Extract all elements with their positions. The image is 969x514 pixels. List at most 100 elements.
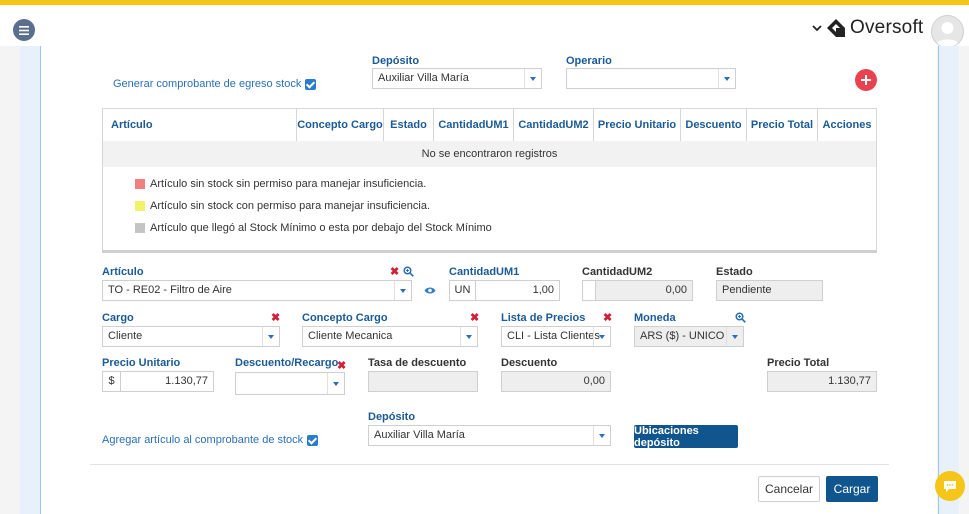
column-header[interactable]: Acciones	[818, 109, 876, 141]
cantidad-um2-label: CantidadUM2	[582, 266, 653, 278]
chat-button[interactable]	[935, 471, 965, 501]
user-icon	[935, 22, 960, 47]
legend-item: Artículo sin stock con permiso para mane…	[135, 200, 430, 212]
descuento-input: 0,00	[501, 371, 611, 392]
estado-label: Estado	[716, 266, 753, 278]
legend-text: Artículo que llegó al Stock Mínimo o est…	[150, 222, 492, 234]
precio-unitario-input[interactable]: 1.130,77	[120, 371, 214, 392]
legend-text: Artículo sin stock con permiso para mane…	[150, 200, 431, 212]
lista-precios-label: Lista de Precios	[501, 312, 586, 324]
column-header[interactable]: Estado	[384, 109, 434, 141]
user-avatar[interactable]	[931, 15, 964, 48]
ubicaciones-deposito-button[interactable]: Ubicaciones depósito	[634, 425, 738, 449]
operario-select[interactable]	[566, 68, 736, 89]
items-table: Artículo Concepto Cargo Estado CantidadU…	[102, 108, 877, 252]
precio-total-label: Precio Total	[767, 357, 830, 369]
concepto-cargo-value: Cliente Mecanica	[308, 330, 393, 342]
clear-concepto-icon[interactable]: ✖	[470, 313, 479, 324]
caret-down-icon	[394, 281, 411, 300]
cantidad-um1-input[interactable]: 1,00	[475, 280, 560, 301]
column-header[interactable]: Artículo	[103, 109, 297, 141]
deposito-value: Auxiliar Villa María	[378, 72, 469, 84]
brand-logo-icon	[827, 19, 845, 37]
column-header[interactable]: Precio Total	[747, 109, 818, 141]
table-scroll-bar[interactable]	[102, 250, 877, 253]
caret-down-icon	[593, 426, 610, 445]
precio-total-input: 1.130,77	[767, 371, 877, 392]
add-to-stock-label: Agregar artículo al comprobante de stock	[102, 434, 304, 446]
tasa-descuento-input	[368, 371, 478, 392]
concepto-cargo-label: Concepto Cargo	[302, 312, 388, 324]
caret-down-icon	[262, 327, 279, 346]
submit-button[interactable]: Cargar	[826, 476, 878, 502]
add-item-button[interactable]	[855, 69, 877, 91]
clear-descuento-recargo-icon[interactable]: ✖	[337, 361, 346, 372]
cargo-select[interactable]: Cliente	[102, 326, 280, 347]
hamburger-icon	[19, 25, 29, 35]
operario-label: Operario	[566, 55, 612, 67]
legend-text: Artículo sin stock sin permiso para mane…	[150, 178, 427, 190]
estado-input: Pendiente	[716, 280, 823, 301]
precio-currency: $	[102, 371, 121, 392]
precio-unitario-label: Precio Unitario	[102, 357, 181, 369]
chat-bubble-icon	[944, 480, 956, 492]
cancel-button[interactable]: Cancelar	[758, 476, 820, 502]
legend-swatch-gray	[135, 223, 145, 233]
concepto-cargo-select[interactable]: Cliente Mecanica	[302, 326, 478, 347]
moneda-label: Moneda	[634, 312, 676, 324]
column-header[interactable]: CantidadUM2	[514, 109, 594, 141]
cargo-label: Cargo	[102, 312, 134, 324]
empty-message: No se encontraron registros	[103, 141, 876, 167]
legend-item: Artículo que llegó al Stock Mínimo o est…	[135, 222, 492, 234]
checkbox-checked-icon[interactable]	[307, 434, 319, 446]
cantidad-um2-input: 0,00	[595, 280, 693, 301]
lista-precios-select[interactable]: CLI - Lista Clientes	[501, 326, 611, 347]
deposito2-select[interactable]: Auxiliar Villa María	[368, 425, 611, 446]
chevron-down-icon	[812, 25, 822, 32]
column-header[interactable]: Concepto Cargo	[297, 109, 384, 141]
caret-down-icon	[593, 327, 610, 346]
add-to-stock-voucher-toggle[interactable]: Agregar artículo al comprobante de stock	[102, 434, 319, 446]
deposito-label: Depósito	[372, 55, 420, 67]
right-margin-panel	[938, 46, 959, 514]
search-articulo-icon[interactable]	[403, 266, 414, 277]
column-header[interactable]: CantidadUM1	[434, 109, 514, 141]
lista-precios-value: CLI - Lista Clientes	[507, 330, 600, 342]
legend-swatch-yellow	[135, 201, 145, 211]
deposito2-label: Depósito	[368, 411, 416, 423]
column-header[interactable]: Descuento	[681, 109, 747, 141]
generate-egress-voucher-toggle[interactable]: Generar comprobante de egreso stock	[113, 78, 317, 90]
menu-button[interactable]	[13, 19, 35, 41]
articulo-select[interactable]: TO - RE02 - Filtro de Aire	[102, 280, 412, 301]
brand-name: Oversoft	[850, 17, 924, 38]
search-moneda-icon[interactable]	[735, 312, 746, 323]
left-margin-panel	[20, 46, 41, 514]
tasa-descuento-label: Tasa de descuento	[368, 357, 467, 369]
cantidad-um1-unit: UN	[449, 280, 476, 301]
articulo-value: TO - RE02 - Filtro de Aire	[108, 284, 232, 296]
cantidad-um2-unit	[582, 280, 596, 301]
table-header: Artículo Concepto Cargo Estado CantidadU…	[103, 109, 876, 142]
clear-cargo-icon[interactable]: ✖	[271, 313, 280, 324]
plus-icon	[861, 75, 871, 85]
legend-item: Artículo sin stock sin permiso para mane…	[135, 178, 426, 190]
caret-down-icon	[718, 69, 735, 88]
eye-icon[interactable]	[424, 286, 436, 295]
clear-lista-icon[interactable]: ✖	[603, 313, 612, 324]
brand[interactable]: Oversoft	[812, 15, 923, 41]
caret-down-icon	[726, 327, 743, 346]
footer-divider	[90, 464, 889, 465]
descuento-recargo-select[interactable]	[235, 372, 345, 395]
caret-down-icon	[460, 327, 477, 346]
cargo-value: Cliente	[108, 330, 143, 342]
legend-swatch-red	[135, 179, 145, 189]
column-header[interactable]: Precio Unitario	[594, 109, 681, 141]
cantidad-um1-label: CantidadUM1	[449, 266, 520, 278]
clear-articulo-icon[interactable]: ✖	[390, 267, 399, 278]
deposito-select[interactable]: Auxiliar Villa María	[372, 68, 542, 89]
app-header: Oversoft	[0, 5, 969, 48]
articulo-label: Artículo	[102, 266, 144, 278]
moneda-select[interactable]: ARS ($) - UNICO	[634, 326, 744, 347]
moneda-value: ARS ($) - UNICO	[640, 330, 725, 342]
checkbox-checked-icon[interactable]	[305, 78, 317, 90]
